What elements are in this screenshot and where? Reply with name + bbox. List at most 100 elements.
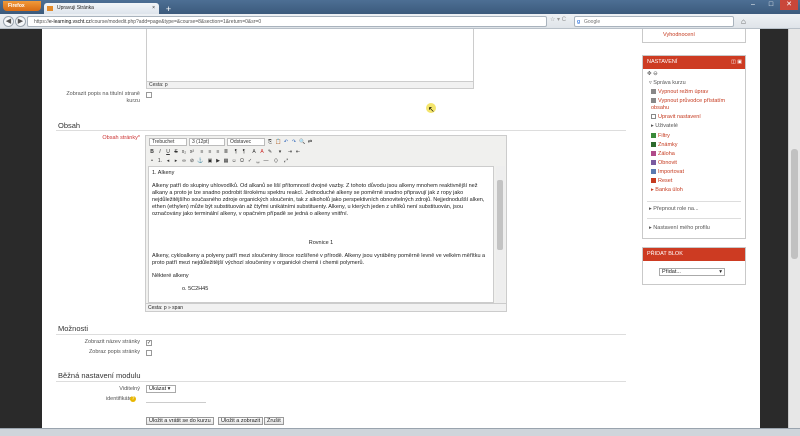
find-icon[interactable]: 🔍	[299, 139, 305, 145]
spellcheck-icon[interactable]: ✓	[247, 158, 253, 164]
close-window-icon[interactable]: ✕	[780, 0, 798, 10]
superscript-icon[interactable]: x²	[189, 149, 195, 155]
firefox-menu-button[interactable]: Firefox	[3, 1, 41, 11]
editor-content-area[interactable]: 1. Alkeny Alkeny patří do skupiny uhlovo…	[148, 166, 494, 303]
hr-icon[interactable]: —	[263, 158, 269, 164]
cancel-button[interactable]: Zrušit	[264, 417, 284, 425]
new-tab-button[interactable]: +	[163, 4, 174, 14]
sidebar-item-filters[interactable]: Filtry	[651, 133, 670, 140]
media-icon[interactable]: ▶	[215, 158, 221, 164]
close-tab-icon[interactable]: ×	[152, 3, 155, 14]
table-icon[interactable]: ▦	[223, 158, 229, 164]
decrease-indent-icon[interactable]: ◂	[165, 158, 171, 164]
link-icon[interactable]: ∞	[181, 158, 187, 164]
bookmark-star-icon[interactable]: ☆ ▾ C	[550, 16, 566, 23]
show-desc-checkbox[interactable]	[146, 350, 152, 356]
add-block-select[interactable]: Přidat... ▾	[659, 268, 725, 276]
redo-icon[interactable]: ↷	[291, 139, 297, 145]
visible-select[interactable]: Ukázat ▾	[146, 385, 176, 393]
block-divider	[647, 218, 741, 219]
ltr-icon[interactable]: ¶	[233, 149, 239, 155]
sidebar-item-label: Známky	[658, 142, 678, 148]
sidebar-item-reset[interactable]: Reset	[651, 178, 672, 185]
italic-icon[interactable]: I	[157, 149, 163, 155]
editor-scroll-thumb[interactable]	[497, 180, 503, 250]
fullscreen-icon[interactable]: ⤢	[283, 158, 289, 164]
anchor-icon[interactable]: ⚓	[197, 158, 203, 164]
content-list-item: o. 5C2H45	[182, 286, 209, 292]
maximize-icon[interactable]: □	[762, 0, 780, 10]
sidebar-item-edit-settings[interactable]: Upravit nastavení	[651, 114, 701, 121]
emoticon-icon[interactable]: ☺	[231, 158, 237, 164]
page-scroll-thumb[interactable]	[791, 149, 798, 259]
align-left-icon[interactable]: ≡	[199, 149, 205, 155]
save-display-button[interactable]: Uložit a zobrazit	[218, 417, 264, 425]
description-editor[interactable]: Cesta: p	[146, 29, 474, 89]
save-return-button[interactable]: Uložit a vrátit se do kurzu	[146, 417, 214, 425]
profile-settings-node[interactable]: ▸ Nastavení mého profilu	[649, 225, 710, 232]
style-icon[interactable]: ▾	[277, 149, 283, 155]
sidebar-item-import[interactable]: Importovat	[651, 169, 684, 176]
clear-format-icon[interactable]: A	[251, 149, 257, 155]
highlight-icon[interactable]: ✎	[267, 149, 273, 155]
sidebar-item-grades[interactable]: Známky	[651, 142, 678, 149]
show-name-checkbox[interactable]: ✓	[146, 340, 152, 346]
font-size-select[interactable]: 3 (12pt)	[189, 138, 225, 146]
align-right-icon[interactable]: ≡	[215, 149, 221, 155]
url-bar[interactable]: https://e-learning.vscht.cz/course/moded…	[27, 16, 547, 27]
home-icon[interactable]: ⌂	[741, 17, 746, 26]
sidebar-item-backup[interactable]: Záloha	[651, 151, 675, 158]
increase-indent-icon[interactable]: ▸	[173, 158, 179, 164]
equation-caption: Rovnice 1	[308, 240, 334, 246]
text-color-icon[interactable]: A	[259, 149, 265, 155]
bold-icon[interactable]: B	[149, 149, 155, 155]
undo-icon[interactable]: ↶	[283, 139, 289, 145]
char-map-icon[interactable]: Ω	[239, 158, 245, 164]
content-section-title: Obsah	[58, 121, 81, 130]
search-input[interactable]: g Google	[574, 16, 734, 27]
forward-icon[interactable]: ▶	[15, 16, 26, 27]
bullet-list-icon[interactable]: •	[149, 158, 155, 164]
indent-icon[interactable]: ⇥	[287, 149, 293, 155]
block-move-icon[interactable]: ✥ ⊖	[647, 71, 658, 78]
sidebar-item-edit-off[interactable]: Vypnout režim úprav	[651, 89, 708, 96]
rtl-icon[interactable]: ¶	[241, 149, 247, 155]
unlink-icon[interactable]: ⊘	[189, 158, 195, 164]
evaluation-link[interactable]: Vyhodnocení	[663, 32, 695, 39]
sidebar-item-question-bank[interactable]: ▸ Banka úloh	[651, 187, 683, 194]
minimize-icon[interactable]: –	[744, 0, 762, 10]
replace-icon[interactable]: ⇄	[307, 139, 313, 145]
sidebar-item-wizard-off[interactable]: Vypnout průvodce přístatím obsahu	[651, 98, 741, 112]
subscript-icon[interactable]: x₂	[181, 149, 187, 155]
page-scrollbar[interactable]	[788, 29, 800, 428]
switch-role-node[interactable]: ▸ Přepnout role na...	[649, 206, 699, 213]
common-settings-section-title: Běžná nastavení modulu	[58, 371, 141, 380]
underline-icon[interactable]: U	[165, 149, 171, 155]
align-center-icon[interactable]: ≡	[207, 149, 213, 155]
course-admin-node[interactable]: ▿ Správa kurzu	[649, 80, 686, 87]
browser-tab[interactable]: Upravuji Stránka ×	[44, 3, 159, 14]
font-family-select[interactable]: Trebuchet	[149, 138, 187, 146]
copy-icon[interactable]: ⎘	[267, 139, 273, 145]
back-icon[interactable]: ◀	[3, 16, 14, 27]
show-description-checkbox[interactable]	[146, 92, 152, 98]
justify-icon[interactable]: ≣	[223, 149, 229, 155]
sidebar-item-users[interactable]: ▸ Uživatelé	[651, 123, 678, 130]
browser-navbar: ◀ ▶ https://e-learning.vscht.cz/course/m…	[0, 14, 800, 29]
strikethrough-icon[interactable]: S	[173, 149, 179, 155]
html-source-icon[interactable]: ⟨⟩	[273, 158, 279, 164]
import-icon	[651, 169, 656, 174]
show-description-label: Zobrazit popis na titulní straně kurzu	[66, 91, 140, 104]
help-icon[interactable]: ?	[130, 396, 136, 402]
content-paragraph-3: Některé alkeny	[152, 273, 189, 279]
number-list-icon[interactable]: 1.	[157, 158, 163, 164]
sidebar-item-restore[interactable]: Obnovit	[651, 160, 677, 167]
paste-icon[interactable]: 📋	[275, 139, 281, 145]
nonbreaking-icon[interactable]: ␣	[255, 158, 261, 164]
format-select[interactable]: Odstavec	[227, 138, 265, 146]
outdent-icon[interactable]: ⇤	[295, 149, 301, 155]
block-controls-icon[interactable]: ◫ ▣	[731, 56, 742, 68]
idnumber-input[interactable]	[146, 395, 206, 403]
editor-scrollbar[interactable]	[496, 166, 505, 303]
image-icon[interactable]: ▣	[207, 158, 213, 164]
